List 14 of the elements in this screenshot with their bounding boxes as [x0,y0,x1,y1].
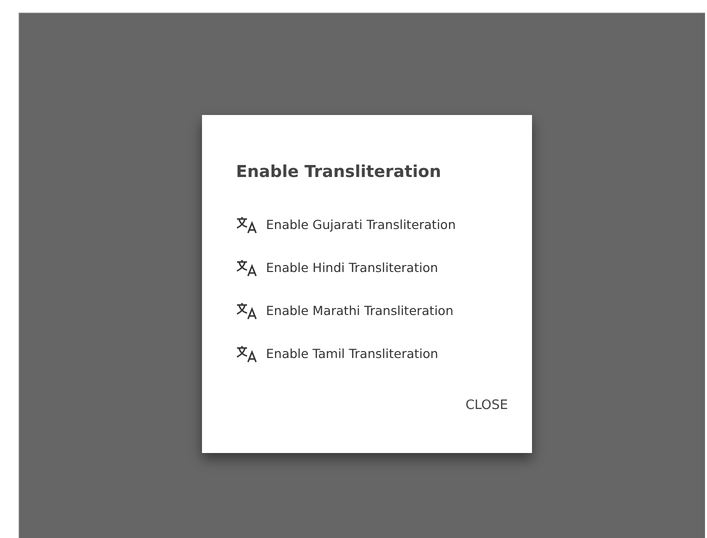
menu-item[interactable]: Enable Gujarati Transliteration [236,203,512,246]
menu-item-label: Enable Marathi Transliteration [266,303,454,318]
close-button[interactable]: CLOSE [461,392,512,419]
menu-item-label: Enable Tamil Transliteration [266,346,438,361]
translate-icon [236,216,258,234]
dialog-title: Enable Transliteration [236,162,442,181]
menu-item-label: Enable Gujarati Transliteration [266,217,456,232]
translate-icon [236,344,258,362]
menu-item[interactable]: Enable Tamil Transliteration [236,332,512,375]
translate-icon [236,258,258,276]
menu-item[interactable]: Enable Marathi Transliteration [236,289,512,332]
menu-item[interactable]: Enable Hindi Transliteration [236,246,512,289]
translate-icon [236,302,258,320]
menu-item-label: Enable Hindi Transliteration [266,260,438,275]
